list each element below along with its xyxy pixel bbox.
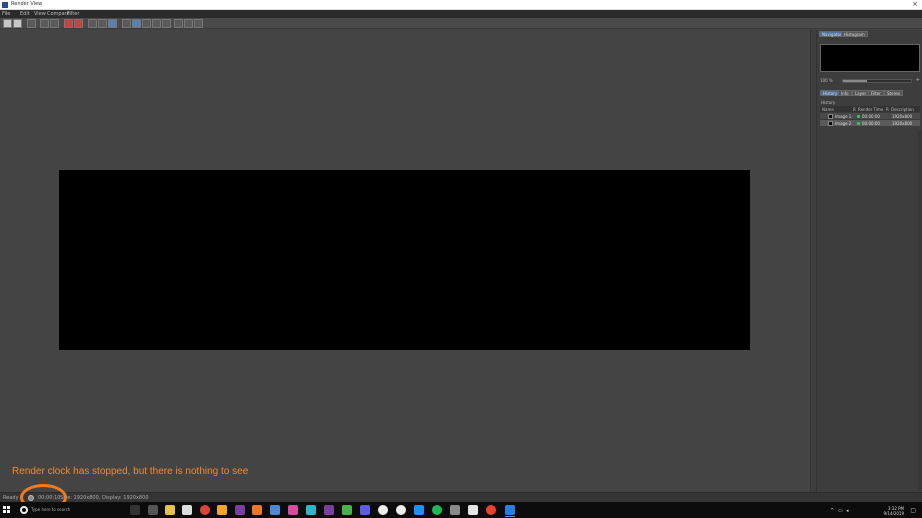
chrome-icon[interactable] <box>200 505 210 515</box>
status-ready: Ready <box>3 495 19 501</box>
zoom-row: 100 % + <box>820 77 920 84</box>
app-icon-gray[interactable] <box>450 505 460 515</box>
zoom-slider[interactable] <box>842 79 912 83</box>
history-desc: 1920x800 <box>892 121 913 126</box>
layer-button[interactable] <box>152 19 161 28</box>
tab-stereo[interactable]: Stereo <box>884 90 904 96</box>
menu-edit[interactable]: Edit <box>20 11 30 17</box>
pause-render-button[interactable] <box>74 19 83 28</box>
fit-button[interactable] <box>194 19 203 28</box>
app-icon-indigo[interactable] <box>360 505 370 515</box>
app-icon-white-2[interactable] <box>396 505 406 515</box>
menu-bar: File Edit View Compare Filter <box>0 10 922 18</box>
file-explorer-icon[interactable] <box>165 505 175 515</box>
stereo-button[interactable] <box>162 19 171 28</box>
app-icon-green[interactable] <box>342 505 352 515</box>
notification-icon[interactable]: ▢ <box>910 507 916 514</box>
close-window-button[interactable]: × <box>912 0 918 9</box>
side-panel-scrollbar[interactable] <box>918 130 922 490</box>
active-app-indicator <box>505 516 515 517</box>
tab-layer[interactable]: Layer <box>852 90 870 96</box>
compare-ab-button[interactable] <box>108 19 117 28</box>
tab-info[interactable]: Info <box>838 90 852 96</box>
app-icon-light[interactable] <box>468 505 478 515</box>
active-app-icon[interactable] <box>505 505 515 515</box>
zoom-slider-fill <box>843 80 867 82</box>
title-bar: Render View × <box>0 0 922 10</box>
task-view-icon[interactable] <box>130 505 140 515</box>
filter-button[interactable] <box>142 19 151 28</box>
history-name: Image 2 <box>835 121 852 126</box>
render-region-button[interactable] <box>40 19 49 28</box>
zoom-plus-icon[interactable]: + <box>916 77 920 83</box>
opera-icon[interactable] <box>486 505 496 515</box>
compare-b-button[interactable] <box>98 19 107 28</box>
clock-date: 9/14/2019 <box>883 511 904 516</box>
subtabs: History Info Layer Filter Stereo <box>820 90 920 97</box>
system-tray: ^ ▭ ◂ 3:32 PM 9/14/2019 ▢ <box>828 504 918 516</box>
render-image <box>59 170 750 350</box>
search-icon[interactable] <box>20 506 28 514</box>
history-table: Name R Render Time R Description Image 1… <box>820 106 920 126</box>
history-title: History <box>821 100 836 105</box>
render-viewport[interactable] <box>0 30 812 492</box>
app-icon <box>2 2 8 8</box>
status-dot-icon <box>857 122 860 125</box>
menu-file[interactable]: File <box>2 11 10 17</box>
history-row[interactable]: Image 1 00:00:00 1920x800 <box>820 112 920 119</box>
tab-histogram[interactable]: Histogram <box>841 31 868 37</box>
app-icon-orange-2[interactable] <box>252 505 262 515</box>
side-panel: Navigator Histogram 100 % + History Info… <box>816 30 922 492</box>
history-thumbnail <box>828 121 833 126</box>
zoom-out-button[interactable] <box>184 19 193 28</box>
app-icon-pink[interactable] <box>288 505 298 515</box>
render-button[interactable] <box>50 19 59 28</box>
window-title: Render View <box>11 1 43 7</box>
app-icon-blue[interactable] <box>270 505 280 515</box>
save-all-button[interactable] <box>13 19 22 28</box>
windows-start-icon[interactable] <box>3 506 11 514</box>
annotation-text: Render clock has stopped, but there is n… <box>12 466 249 477</box>
stop-render-button[interactable] <box>64 19 73 28</box>
toolbar <box>0 18 922 29</box>
show-ui-button[interactable] <box>132 19 141 28</box>
app-icon-teal[interactable] <box>306 505 316 515</box>
zoom-in-button[interactable] <box>174 19 183 28</box>
history-row[interactable]: Image 2 00:00:00 1920x800 <box>820 119 920 126</box>
menu-view[interactable]: View <box>34 11 46 17</box>
display-mode-button[interactable] <box>122 19 131 28</box>
mail-icon[interactable] <box>414 505 424 515</box>
network-icon[interactable]: ▭ <box>838 508 843 514</box>
taskbar-search-input[interactable]: Type here to search <box>31 507 70 512</box>
zoom-value: 100 % <box>820 78 833 83</box>
taskbar-clock[interactable]: 3:32 PM 9/14/2019 <box>883 506 904 516</box>
compare-a-button[interactable] <box>88 19 97 28</box>
app-icon-white[interactable] <box>378 505 388 515</box>
status-dot-icon <box>857 115 860 118</box>
app-icon-generic[interactable] <box>148 505 158 515</box>
history-time: 00:00:00 <box>862 121 880 126</box>
app-icon-purple[interactable] <box>235 505 245 515</box>
save-image-button[interactable] <box>3 19 12 28</box>
status-bar: Ready 00:00:10 Size: 1920x800, Display: … <box>0 492 922 502</box>
tab-filter[interactable]: Filter <box>868 90 884 96</box>
taskbar: Type here to search ^ ▭ ◂ 3:32 PM 9/14/2… <box>0 502 922 518</box>
notepad-icon[interactable] <box>182 505 192 515</box>
copy-button[interactable] <box>27 19 36 28</box>
app-icon-purple-2[interactable] <box>324 505 334 515</box>
volume-icon[interactable]: ◂ <box>846 508 849 514</box>
status-message: Size: 1920x800, Display: 1920x800 <box>60 495 149 501</box>
navigator-preview[interactable] <box>820 44 920 72</box>
spotify-icon[interactable] <box>432 505 442 515</box>
app-icon-orange[interactable] <box>217 505 227 515</box>
tray-chevron-icon[interactable]: ^ <box>830 508 834 514</box>
menu-filter[interactable]: Filter <box>67 11 79 17</box>
